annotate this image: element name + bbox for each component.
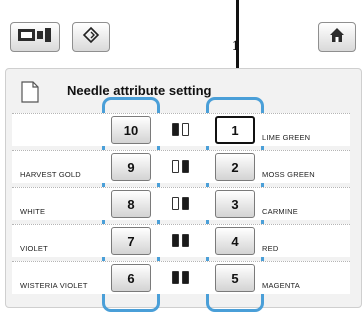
thread-spool-icon	[182, 160, 189, 173]
right-thread-color-label: MOSS GREEN	[262, 170, 315, 179]
thread-spool-icon	[172, 197, 179, 210]
left-thread-color-label: WISTERIA VIOLET	[20, 281, 88, 290]
needle-button-6[interactable]: 6	[111, 264, 151, 292]
thread-spool-icon	[182, 197, 189, 210]
thread-spool-icon	[182, 234, 189, 247]
embroidery-machine-icon	[17, 26, 53, 49]
left-thread-color-label: HARVEST GOLD	[20, 170, 81, 179]
needle-button-1[interactable]: 1	[215, 116, 255, 144]
home-button[interactable]	[318, 22, 356, 52]
right-thread-color-label: MAGENTA	[262, 281, 300, 290]
needle-button-5[interactable]: 5	[215, 264, 255, 292]
needle-button-3[interactable]: 3	[215, 190, 255, 218]
home-icon	[328, 26, 346, 49]
embroidery-machine-button[interactable]	[10, 22, 60, 52]
needle-button-8[interactable]: 8	[111, 190, 151, 218]
thread-spool-icon	[172, 123, 179, 136]
needle-row	[12, 224, 350, 257]
needle-button-4[interactable]: 4	[215, 227, 255, 255]
needle-button-9[interactable]: 9	[111, 153, 151, 181]
thread-spool-icon	[172, 160, 179, 173]
thread-spool-icon	[182, 123, 189, 136]
page-title: Needle attribute setting	[67, 83, 212, 98]
thread-spool-icon	[172, 271, 179, 284]
thread-spool-icon	[182, 271, 189, 284]
needle-button-7[interactable]: 7	[111, 227, 151, 255]
right-thread-color-label: LIME GREEN	[262, 133, 311, 142]
needle-button-2[interactable]: 2	[215, 153, 255, 181]
needle-button-10[interactable]: 10	[111, 116, 151, 144]
document-icon	[20, 80, 40, 109]
callout-number: 1	[232, 38, 240, 54]
left-thread-color-label: WHITE	[20, 207, 46, 216]
thread-spool-icon	[172, 234, 179, 247]
right-thread-color-label: RED	[262, 244, 279, 253]
thread-guide-button[interactable]	[72, 22, 110, 52]
right-thread-color-label: CARMINE	[262, 207, 298, 216]
left-thread-color-label: VIOLET	[20, 244, 48, 253]
diamond-icon	[82, 26, 100, 49]
top-toolbar	[0, 0, 364, 64]
needle-row	[12, 187, 350, 220]
